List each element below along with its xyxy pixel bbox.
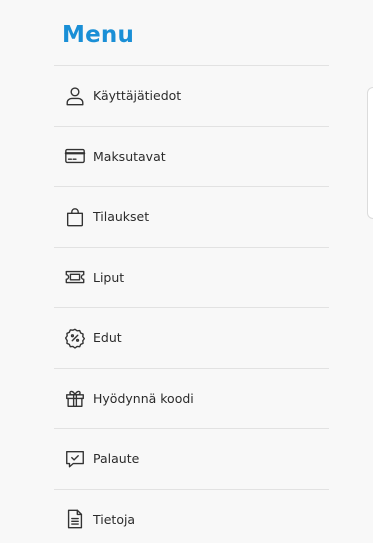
feedback-icon: [64, 448, 86, 470]
menu-item-label: Liput: [93, 269, 125, 285]
menu-item-hyodynna-koodi[interactable]: Hyödynnä koodi: [54, 367, 329, 429]
menu-item-maksutavat[interactable]: Maksutavat: [54, 125, 329, 187]
discount-badge-icon: [64, 327, 86, 349]
menu-item-tietoja[interactable]: Tietoja: [54, 488, 329, 543]
menu-item-label: Palaute: [93, 451, 140, 467]
user-icon: [64, 85, 86, 107]
menu-item-label: Tilaukset: [93, 209, 150, 225]
menu-item-kayttajatiedot[interactable]: Käyttäjätiedot: [54, 65, 329, 126]
menu-title: Menu: [62, 22, 135, 48]
ticket-icon: [64, 266, 86, 288]
credit-card-icon: [64, 145, 86, 167]
menu-item-palaute[interactable]: Palaute: [54, 428, 329, 489]
document-icon: [64, 508, 86, 530]
menu-screen: Menu Käyttäjätiedot Maksutavat Tilaukset: [0, 0, 373, 543]
menu-item-label: Hyödynnä koodi: [93, 390, 194, 406]
menu-list: Käyttäjätiedot Maksutavat Tilaukset Lipu…: [54, 65, 329, 543]
menu-item-label: Edut: [93, 330, 122, 346]
menu-item-liput[interactable]: Liput: [54, 246, 329, 308]
menu-panel: Menu Käyttäjätiedot Maksutavat Tilaukset: [54, 0, 329, 543]
shopping-bag-icon: [64, 206, 86, 228]
menu-item-tilaukset[interactable]: Tilaukset: [54, 186, 329, 247]
menu-item-label: Maksutavat: [93, 148, 166, 164]
menu-item-label: Käyttäjätiedot: [93, 88, 182, 104]
menu-item-edut[interactable]: Edut: [54, 307, 329, 368]
menu-item-label: Tietoja: [93, 511, 136, 527]
background-card: [367, 87, 373, 219]
gift-icon: [64, 387, 86, 409]
